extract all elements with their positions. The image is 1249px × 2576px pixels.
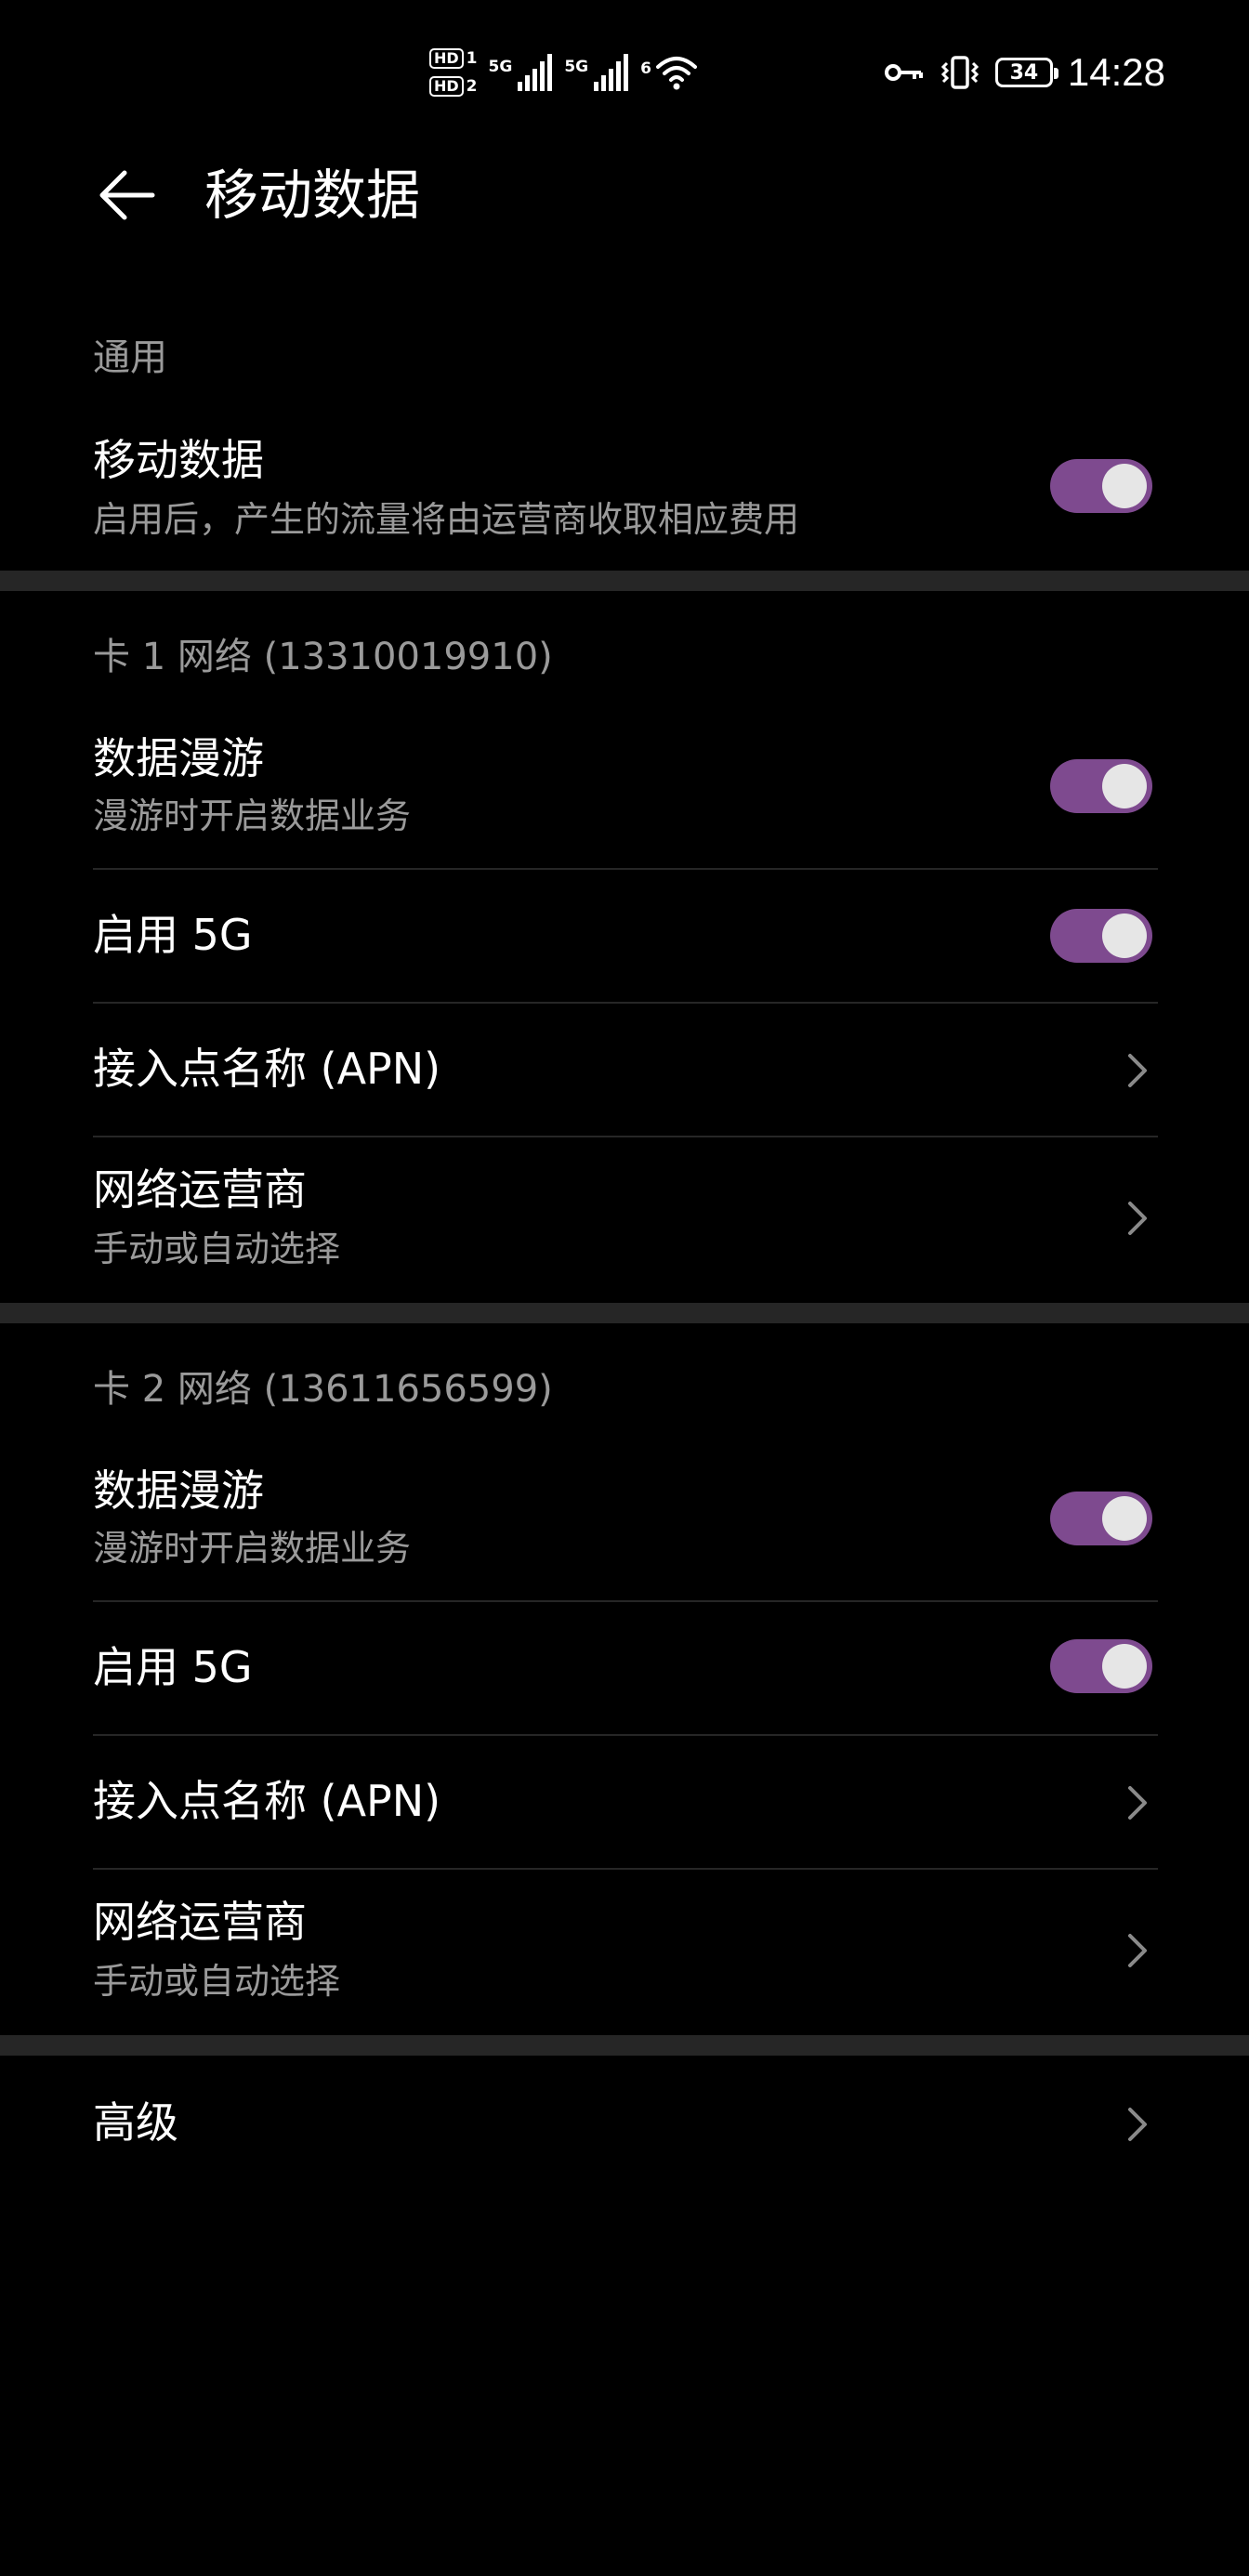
advanced-title: 高级 [93,2097,178,2148]
toggle-knob [1102,1644,1147,1689]
signal-bars-icon [518,54,553,91]
key-icon [884,64,923,81]
wifi-icon [655,57,697,90]
card2-operator-subtitle: 手动或自动选择 [93,1961,341,2002]
card1-5g-toggle[interactable] [1050,909,1152,963]
toggle-knob [1102,913,1147,958]
card1-operator-subtitle: 手动或自动选择 [93,1229,341,1269]
card1-5g-row[interactable]: 启用 5G [93,870,1158,1002]
sim2-hd-label: HD [429,76,464,97]
card2-roaming-subtitle: 漫游时开启数据业务 [93,1528,412,1569]
card1-apn-title: 接入点名称 (APN) [93,1044,441,1094]
chevron-right-icon [1128,1786,1147,1820]
clock: 14:28 [1067,50,1165,94]
toggle-knob [1102,1496,1147,1541]
sim1-number: 1 [466,48,478,68]
section-heading-general: 通用 [93,336,167,379]
card1-roaming-toggle[interactable] [1050,759,1152,813]
sim2-hd-badge: HD 2 [429,76,478,97]
battery-icon: 34 [994,58,1058,87]
card2-5g-row[interactable]: 启用 5G [93,1602,1158,1734]
status-right: 34 14:28 [884,37,1165,108]
card1-roaming-subtitle: 漫游时开启数据业务 [93,795,412,836]
chevron-right-icon [1128,2108,1147,2141]
mobile-data-title: 移动数据 [93,435,264,485]
card1-5g-title: 启用 5G [93,910,253,960]
status-bar: HD 1 HD 2 5G 5G 6 34 14:28 [0,0,1249,139]
advanced-row[interactable]: 高级 [93,2056,1158,2195]
wifi-generation: 6 [640,59,651,78]
section-divider [0,2035,1249,2056]
sim1-network-type: 5G [488,58,513,76]
card1-operator-title: 网络运营商 [93,1164,307,1215]
chevron-right-icon [1128,1054,1147,1087]
sim2-number: 2 [466,76,478,96]
card2-5g-toggle[interactable] [1050,1639,1152,1693]
battery-level: 34 [1009,60,1039,85]
card2-5g-title: 启用 5G [93,1642,253,1692]
section-divider [0,571,1249,591]
card2-operator-title: 网络运营商 [93,1897,307,1947]
arrow-left-icon [99,170,155,220]
card2-roaming-row[interactable]: 数据漫游 漫游时开启数据业务 [93,1450,1158,1598]
card2-roaming-toggle[interactable] [1050,1492,1152,1545]
card2-apn-row[interactable]: 接入点名称 (APN) [93,1736,1158,1868]
chevron-right-icon [1128,1934,1147,1967]
card1-apn-row[interactable]: 接入点名称 (APN) [93,1004,1158,1136]
app-header: 移动数据 [0,139,1249,251]
hd-badges: HD 1 HD 2 [429,48,478,97]
toggle-knob [1102,464,1147,508]
status-center: HD 1 HD 2 5G 5G 6 [429,35,698,110]
card1-operator-row[interactable]: 网络运营商 手动或自动选择 [93,1137,1158,1295]
signal-bars-icon [594,54,629,91]
wifi-status: 6 [640,54,698,91]
card2-operator-row[interactable]: 网络运营商 手动或自动选择 [93,1870,1158,2028]
sim1-signal: 5G [489,52,554,93]
sim2-signal: 5G [564,52,629,93]
chevron-right-icon [1128,1202,1147,1235]
mobile-data-row[interactable]: 移动数据 启用后，产生的流量将由运营商收取相应费用 [93,423,1158,553]
section-heading-card2: 卡 2 网络 (13611656599) [93,1368,553,1411]
mobile-data-subtitle: 启用后，产生的流量将由运营商收取相应费用 [93,499,800,540]
mobile-data-toggle[interactable] [1050,459,1152,513]
sim1-hd-label: HD [429,48,464,69]
card1-roaming-row[interactable]: 数据漫游 漫游时开启数据业务 [93,717,1158,866]
sim2-network-type: 5G [564,58,589,76]
vibrate-icon [940,56,979,89]
card2-apn-title: 接入点名称 (APN) [93,1776,441,1826]
card1-roaming-title: 数据漫游 [93,733,264,783]
back-button[interactable] [89,162,164,229]
section-divider [0,1303,1249,1323]
section-heading-card1: 卡 1 网络 (13310019910) [93,636,553,678]
sim1-hd-badge: HD 1 [429,48,478,69]
page-title: 移动数据 [204,164,421,227]
card2-roaming-title: 数据漫游 [93,1465,264,1516]
toggle-knob [1102,764,1147,808]
